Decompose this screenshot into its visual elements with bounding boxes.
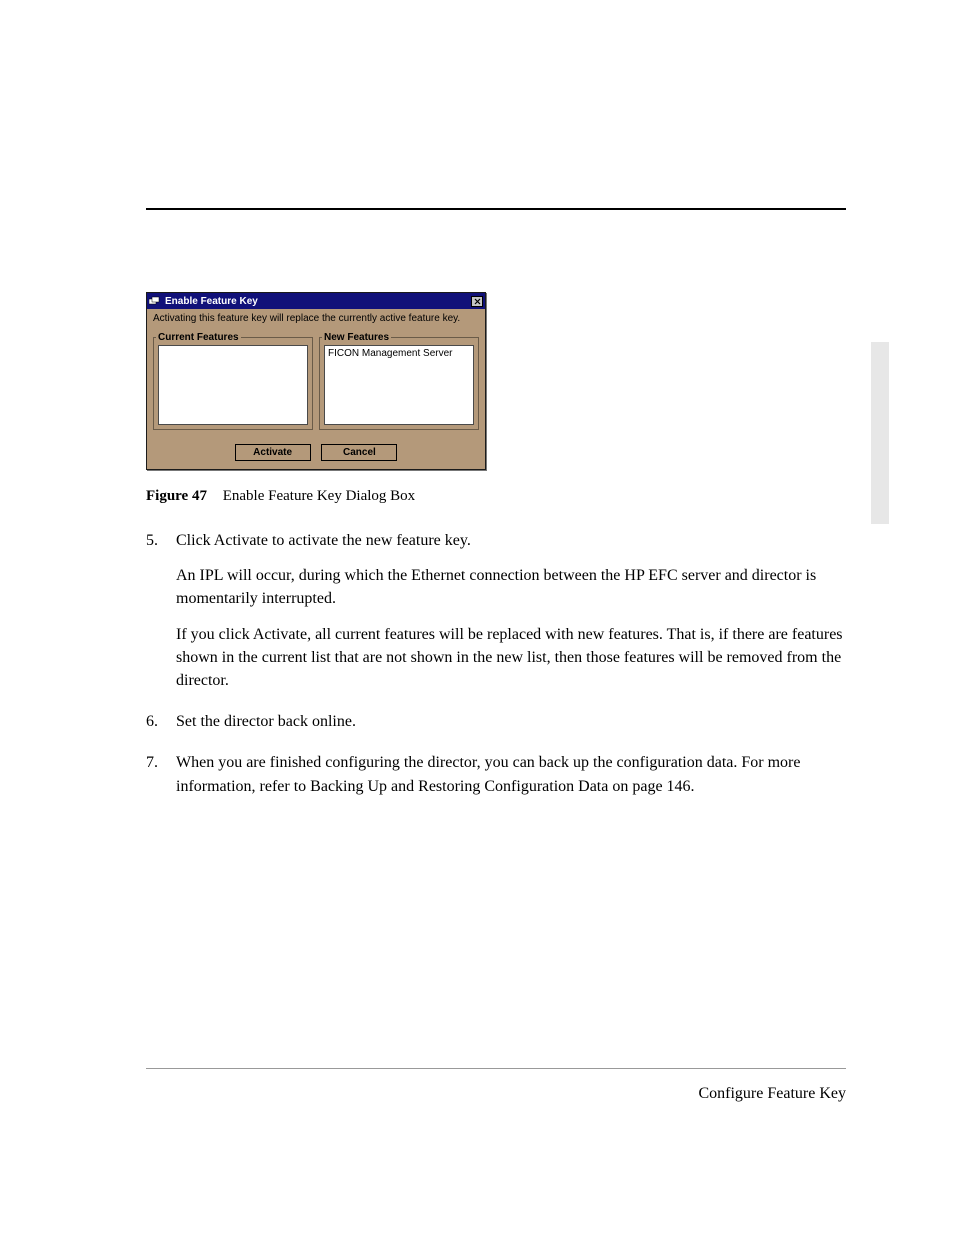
content-area: Enable Feature Key Activating this featu… (146, 292, 852, 816)
new-features-legend: New Features (322, 332, 391, 343)
current-features-legend: Current Features (156, 332, 241, 343)
figure-title: Enable Feature Key Dialog Box (223, 488, 415, 504)
figure-caption: Figure 47 Enable Feature Key Dialog Box (146, 488, 852, 505)
footer-section-title: Configure Feature Key (698, 1085, 846, 1103)
dialog-button-row: Activate Cancel (147, 438, 485, 469)
step-text: Set the director back online. (176, 713, 356, 730)
window-icon (149, 296, 161, 306)
step-number: 6. (146, 710, 158, 733)
enable-feature-key-dialog: Enable Feature Key Activating this featu… (146, 292, 486, 470)
step-text: If you click Activate, all current featu… (176, 623, 852, 693)
new-features-item: FICON Management Server (328, 348, 453, 359)
step-number: 7. (146, 751, 158, 774)
step-text: When you are finished configuring the di… (176, 754, 800, 794)
step-6: 6. Set the director back online. (146, 710, 852, 733)
step-text: An IPL will occur, during which the Ethe… (176, 564, 852, 610)
thumb-tab (871, 342, 889, 524)
bottom-divider (146, 1068, 846, 1069)
dialog-titlebar: Enable Feature Key (147, 293, 485, 309)
figure-label: Figure 47 (146, 488, 207, 504)
current-features-list[interactable] (158, 345, 308, 425)
new-features-list[interactable]: FICON Management Server (324, 345, 474, 425)
current-features-fieldset: Current Features (153, 332, 313, 430)
new-features-fieldset: New Features FICON Management Server (319, 332, 479, 430)
close-icon[interactable] (471, 296, 483, 307)
top-divider (146, 208, 846, 210)
dialog-message: Activating this feature key will replace… (147, 309, 485, 332)
step-5: 5. Click Activate to activate the new fe… (146, 529, 852, 692)
step-text: Click Activate to activate the new featu… (176, 532, 471, 549)
step-7: 7. When you are finished configuring the… (146, 751, 852, 797)
dialog-title: Enable Feature Key (165, 296, 471, 307)
activate-button[interactable]: Activate (235, 444, 311, 461)
cancel-button[interactable]: Cancel (321, 444, 397, 461)
steps-list: 5. Click Activate to activate the new fe… (146, 529, 852, 798)
step-number: 5. (146, 529, 158, 552)
